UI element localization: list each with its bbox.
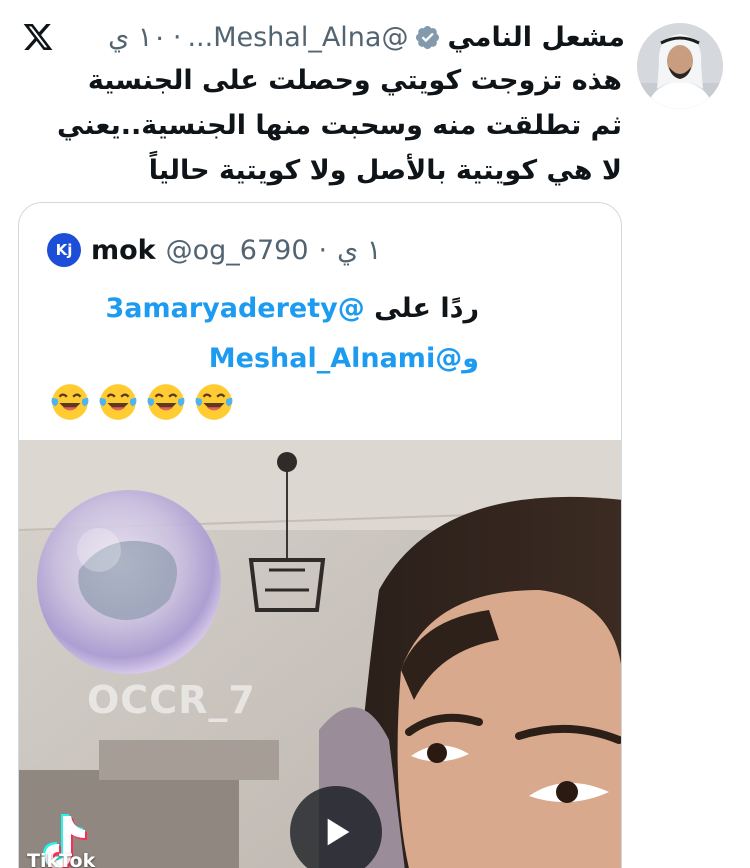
tiktok-label: TikTok <box>27 850 96 868</box>
tears-of-joy-emoji-icon <box>99 384 137 420</box>
mention-link[interactable]: @3amaryaderety <box>105 293 364 324</box>
play-button[interactable] <box>290 786 382 868</box>
author-handle[interactable]: @Meshal_Alna... <box>187 22 408 53</box>
tears-of-joy-emoji-icon <box>195 384 233 420</box>
reply-context-line: و@Meshal_Alnami <box>59 334 479 384</box>
separator-dot: · <box>318 234 328 266</box>
verified-badge-icon <box>414 24 441 51</box>
reply-context: ردًا على @3amaryaderety و@Meshal_Alnami <box>59 284 479 384</box>
quoted-author-name[interactable]: mok <box>91 235 156 266</box>
tweet-text-line: هذه تزوجت كويتي وحصلت على الجنسية <box>87 65 622 96</box>
tweet-header: مشعل النامي @Meshal_Alna... · ١٠ ي <box>20 12 625 62</box>
author-display-name[interactable]: مشعل النامي <box>447 22 625 53</box>
tweet-screenshot: مشعل النامي @Meshal_Alna... · ١٠ ي هذه ت… <box>0 0 750 868</box>
x-logo-icon[interactable] <box>20 19 56 55</box>
author-avatar[interactable] <box>637 23 723 109</box>
mention-conjunction: و <box>462 343 479 374</box>
tweet-text-line: ثم تطلقت منه وسحبت منها الجنسية..يعني <box>57 110 622 141</box>
quoted-post-time[interactable]: ١ ي <box>337 235 381 266</box>
tears-of-joy-emoji-icon <box>147 384 185 420</box>
tweet-text-line: لا هي كويتية بالأصل ولا كويتية حالياً <box>148 155 622 186</box>
avatar-image <box>637 23 723 109</box>
reply-context-line: ردًا على @3amaryaderety <box>59 284 479 334</box>
separator-dot: · <box>172 21 182 53</box>
tears-of-joy-emoji-icon <box>51 384 89 420</box>
tweet-text: هذه تزوجت كويتي وحصلت على الجنسية ثم تطل… <box>22 58 622 193</box>
video-watermark: OCCR_7 <box>87 678 256 722</box>
quoted-tweet-card[interactable]: Kj mok @og_6790 · ١ ي ردًا على @3amaryad… <box>18 202 622 868</box>
play-icon <box>327 818 350 846</box>
video-media[interactable]: OCCR_7 TikTok <box>19 440 621 868</box>
reply-prefix: ردًا على <box>374 293 479 324</box>
quoted-tweet-header: Kj mok @og_6790 · ١ ي <box>47 232 381 268</box>
author-meta: مشعل النامي @Meshal_Alna... · ١٠ ي <box>56 22 625 53</box>
quoted-author-avatar[interactable]: Kj <box>47 233 81 267</box>
quoted-author-handle[interactable]: @og_6790 <box>166 235 309 266</box>
emoji-row <box>49 381 235 421</box>
post-time[interactable]: ١٠ ي <box>108 22 167 53</box>
mention-link[interactable]: @Meshal_Alnami <box>209 343 462 374</box>
